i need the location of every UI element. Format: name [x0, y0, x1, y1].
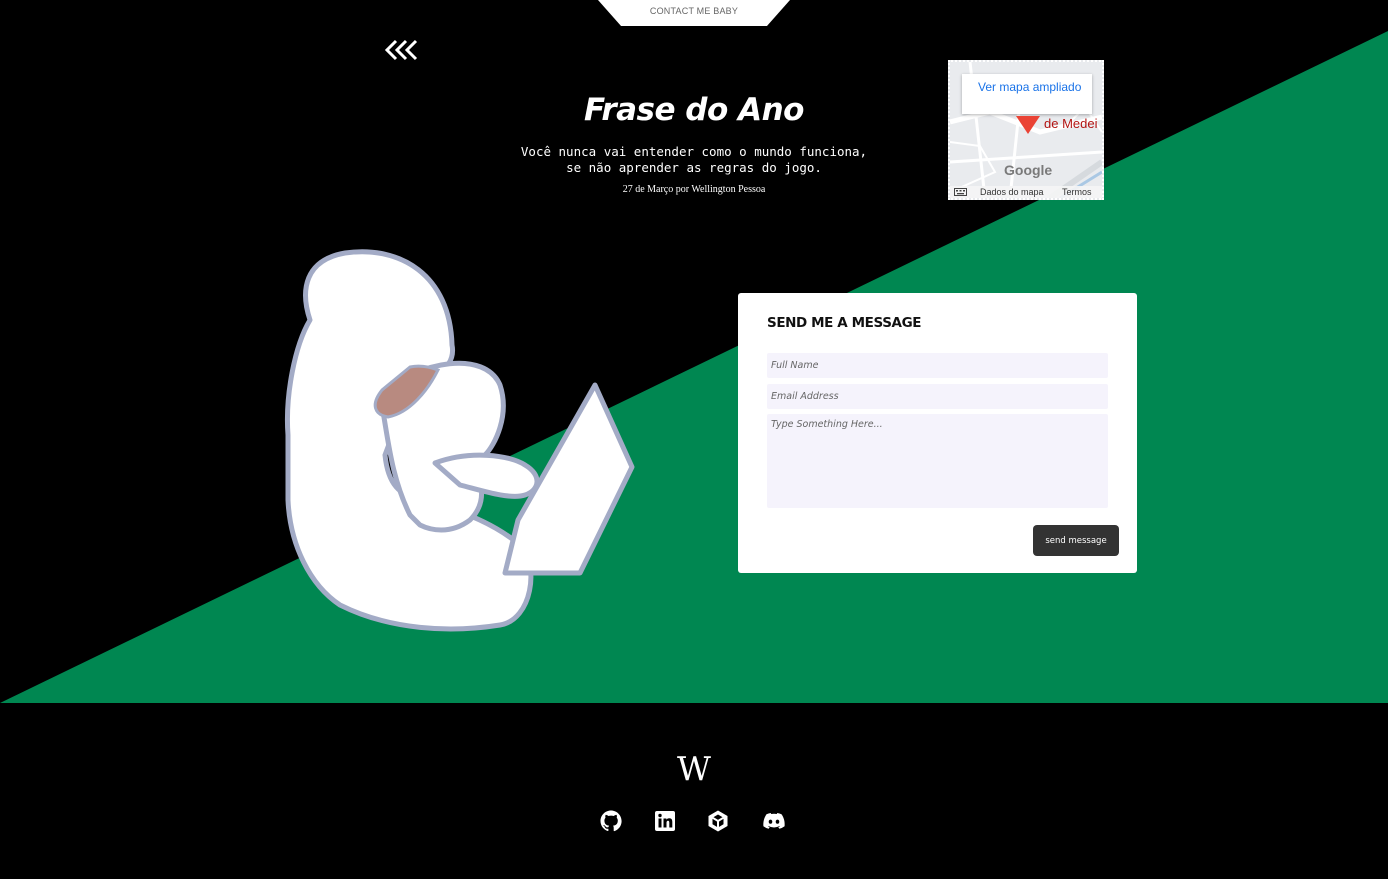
map-pin-icon — [1016, 116, 1040, 134]
map-terms-link[interactable]: Termos — [1062, 186, 1092, 198]
quote-line-2: se não aprender as regras do jogo. — [566, 160, 822, 175]
message-textarea[interactable] — [767, 414, 1108, 508]
github-icon[interactable] — [599, 809, 623, 833]
map-data-link[interactable]: Dados do mapa — [980, 186, 1044, 198]
keyboard-icon[interactable] — [954, 188, 967, 196]
quote-text: Você nunca vai entender como o mundo fun… — [494, 144, 894, 176]
triple-chevron-left-icon[interactable] — [384, 38, 420, 62]
send-message-button[interactable]: send message — [1033, 525, 1119, 556]
email-address-input[interactable] — [767, 384, 1108, 409]
contact-form-card: SEND ME A MESSAGE send message — [738, 293, 1137, 573]
contact-tab[interactable]: CONTACT ME BABY — [598, 0, 790, 26]
person-with-laptop-illustration — [284, 249, 635, 632]
contact-title: SEND ME A MESSAGE — [767, 315, 922, 331]
hero-section: CONTACT ME BABY Frase do Ano Você nunca … — [0, 0, 1388, 703]
linkedin-icon[interactable] — [653, 809, 677, 833]
footer: W — [0, 703, 1388, 879]
google-logo: Google — [1004, 162, 1053, 178]
quote-block: Frase do Ano Você nunca vai entender com… — [494, 92, 894, 195]
site-logo[interactable]: W — [0, 749, 1388, 788]
map-place-label: de Medei — [1044, 116, 1098, 131]
map-footer-bar: Dados do mapa Termos — [950, 186, 1102, 198]
map-embed[interactable]: Ver mapa ampliado de Medei Google Dados … — [948, 60, 1104, 200]
discord-icon[interactable] — [762, 809, 786, 833]
full-name-input[interactable] — [767, 353, 1108, 378]
quote-line-1: Você nunca vai entender como o mundo fun… — [520, 144, 868, 159]
unity-icon[interactable] — [706, 809, 730, 833]
quote-meta: 27 de Março por Wellington Pessoa — [622, 184, 766, 195]
map-expand-link[interactable]: Ver mapa ampliado — [962, 74, 1092, 114]
quote-title: Frase do Ano — [584, 92, 804, 128]
